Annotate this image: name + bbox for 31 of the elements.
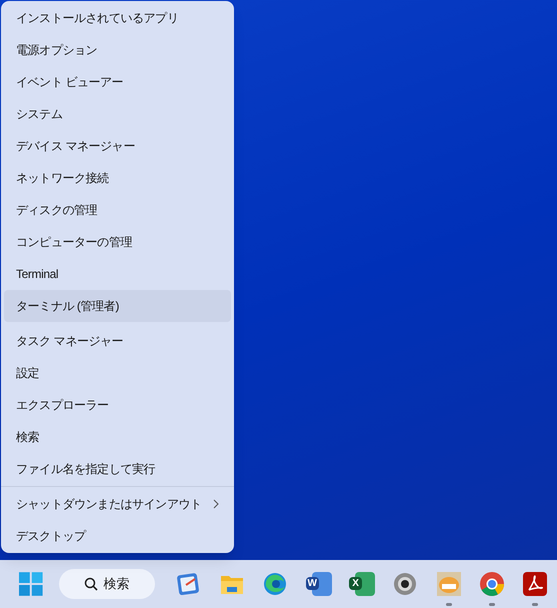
menu-item[interactable]: システム — [4, 98, 231, 130]
menu-item[interactable]: エクスプローラー — [4, 389, 231, 421]
webcam-icon — [392, 571, 418, 597]
pdf-icon — [522, 571, 548, 597]
menu-item[interactable]: ディスクの管理 — [4, 194, 231, 226]
menu-item[interactable]: 設定 — [4, 357, 231, 389]
menu-item[interactable]: 検索 — [4, 421, 231, 453]
running-indicator — [489, 603, 496, 606]
chrome-browser-icon — [479, 571, 506, 597]
taskbar-app-button[interactable]: W — [297, 562, 340, 606]
menu-item[interactable]: インストールされているアプリ — [4, 2, 231, 34]
running-indicator — [446, 603, 452, 606]
menu-item[interactable]: ファイル名を指定して実行 — [4, 453, 231, 485]
browser-swirl-icon — [262, 571, 288, 597]
menu-item[interactable]: ネットワーク接続 — [4, 162, 231, 194]
menu-item[interactable]: タスク マネージャー — [4, 325, 231, 357]
remote-desktop-icon — [176, 571, 202, 597]
menu-item[interactable]: ターミナル (管理者) — [4, 290, 231, 322]
chevron-right-icon — [213, 499, 219, 509]
menu-item[interactable]: イベント ビューアー — [4, 66, 231, 98]
search-field[interactable]: 検索 — [58, 569, 156, 599]
menu-item[interactable]: Terminal — [4, 258, 231, 290]
taskbar-app-button[interactable]: X — [340, 562, 384, 606]
menu-item[interactable]: 電源オプション — [4, 34, 231, 66]
search-icon — [84, 577, 98, 591]
running-indicator — [532, 603, 538, 606]
windows-start-icon[interactable] — [19, 572, 43, 596]
menu-item[interactable]: コンピューターの管理 — [4, 226, 231, 258]
menu-item[interactable]: デスクトップ — [4, 520, 231, 552]
menu-item[interactable]: デバイス マネージャー — [4, 130, 231, 162]
menu-item[interactable]: シャットダウンまたはサインアウト — [4, 488, 231, 520]
